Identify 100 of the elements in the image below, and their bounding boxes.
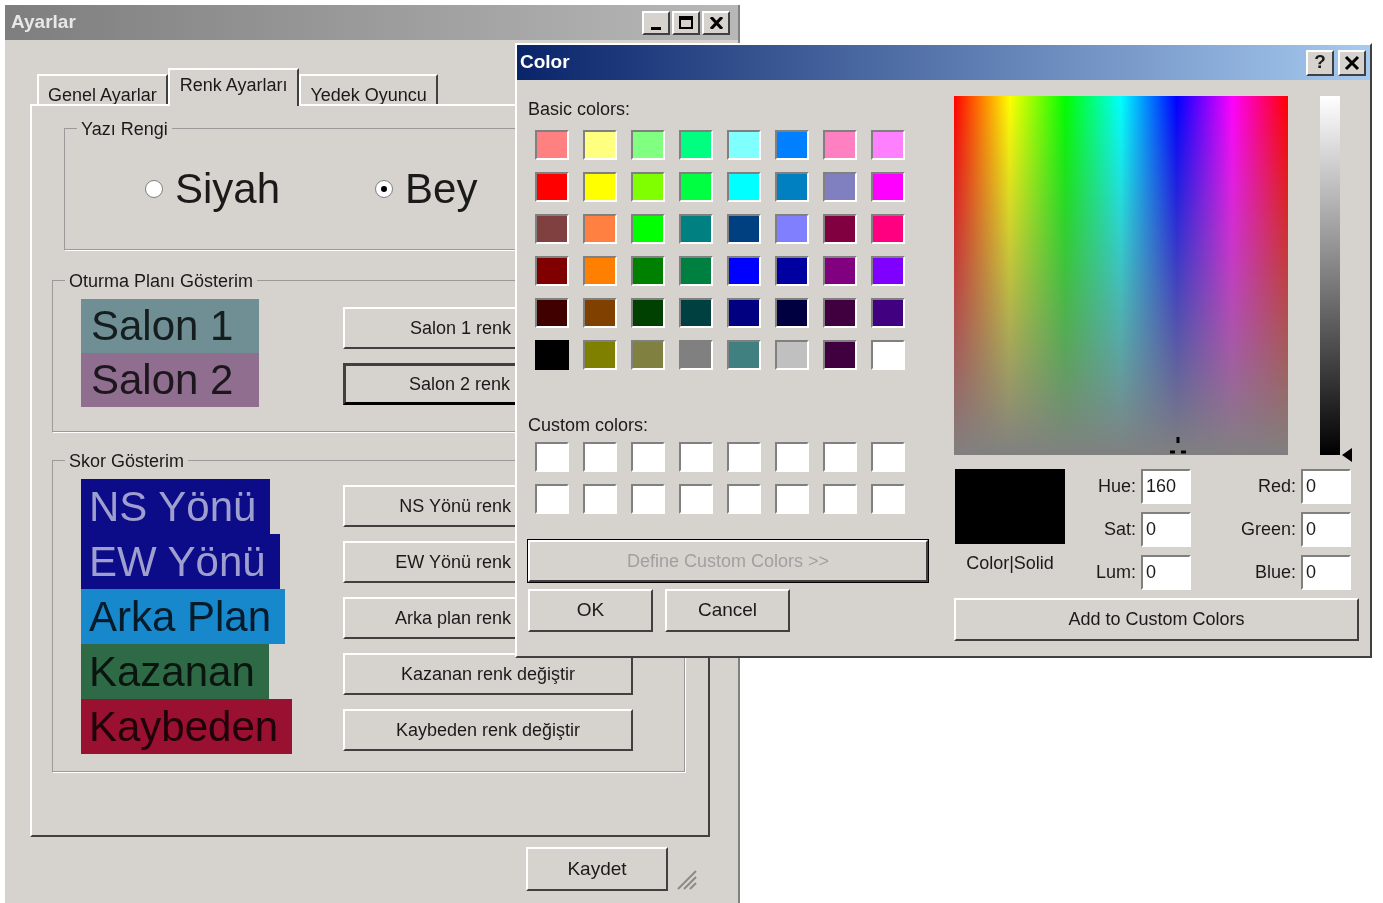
color-swatch[interactable]: [775, 340, 809, 370]
input-field[interactable]: 0: [1141, 512, 1191, 547]
color-swatch[interactable]: [727, 214, 761, 244]
input-field[interactable]: 0: [1301, 469, 1351, 504]
help-button[interactable]: ?: [1306, 49, 1334, 76]
color-sample-label: Salon 1: [81, 299, 259, 353]
color-swatch[interactable]: [679, 484, 713, 514]
maximize-button[interactable]: [672, 10, 700, 35]
color-swatch[interactable]: [823, 172, 857, 202]
color-swatch[interactable]: [535, 256, 569, 286]
save-button[interactable]: Kaydet: [526, 847, 668, 891]
field-label: Green:: [1239, 518, 1296, 541]
color-sample-label: NS Yönü: [81, 479, 271, 534]
color-swatch[interactable]: [631, 340, 665, 370]
dialog-title: Color: [520, 50, 570, 75]
color-swatch[interactable]: [583, 442, 617, 472]
color-swatch[interactable]: [535, 340, 569, 370]
color-swatch[interactable]: [631, 130, 665, 160]
color-swatch[interactable]: [583, 256, 617, 286]
color-swatch[interactable]: [871, 484, 905, 514]
radio-label: Siyah: [175, 168, 281, 210]
color-swatch[interactable]: [631, 214, 665, 244]
color-swatch[interactable]: [679, 442, 713, 472]
color-swatch[interactable]: [871, 298, 905, 328]
color-swatch[interactable]: [631, 256, 665, 286]
color-swatch[interactable]: [823, 442, 857, 472]
color-swatch[interactable]: [583, 340, 617, 370]
color-swatch[interactable]: [871, 214, 905, 244]
color-swatch[interactable]: [583, 484, 617, 514]
color-swatch[interactable]: [727, 172, 761, 202]
color-swatch[interactable]: [823, 214, 857, 244]
input-field[interactable]: 160: [1141, 469, 1191, 504]
color-swatch[interactable]: [823, 298, 857, 328]
color-button[interactable]: Kaybeden renk değiştir: [343, 709, 633, 751]
color-swatch[interactable]: [823, 256, 857, 286]
color-button[interactable]: Kazanan renk değiştir: [343, 653, 633, 695]
color-swatch[interactable]: [679, 130, 713, 160]
field-label: Lum:: [1094, 561, 1136, 584]
color-swatch[interactable]: [583, 214, 617, 244]
color-swatch[interactable]: [631, 298, 665, 328]
luminance-bar[interactable]: [1320, 96, 1340, 455]
color-swatch[interactable]: [727, 442, 761, 472]
color-swatch[interactable]: [535, 130, 569, 160]
color-swatch[interactable]: [871, 256, 905, 286]
tab[interactable]: Renk Ayarları: [167, 68, 300, 106]
color-swatch[interactable]: [871, 130, 905, 160]
color-swatch[interactable]: [775, 130, 809, 160]
close-button[interactable]: [1338, 49, 1366, 76]
color-sample-label: EW Yönü: [81, 534, 280, 589]
color-swatch[interactable]: [679, 214, 713, 244]
add-to-custom-colors-button[interactable]: Add to Custom Colors: [954, 598, 1359, 641]
color-swatch[interactable]: [583, 130, 617, 160]
close-button[interactable]: [702, 10, 730, 35]
color-swatch[interactable]: [775, 256, 809, 286]
tab[interactable]: Genel Ayarlar: [37, 74, 168, 106]
section-label: Custom colors:: [528, 414, 650, 436]
close-icon: [1343, 54, 1361, 71]
color-swatch[interactable]: [679, 340, 713, 370]
color-swatch[interactable]: [775, 214, 809, 244]
color-swatch[interactable]: [631, 172, 665, 202]
color-swatch[interactable]: [775, 172, 809, 202]
color-swatch[interactable]: [823, 130, 857, 160]
input-field[interactable]: 0: [1301, 512, 1351, 547]
color-swatch[interactable]: [871, 172, 905, 202]
color-swatch[interactable]: [535, 442, 569, 472]
minimize-button[interactable]: [642, 10, 670, 35]
input-field[interactable]: 0: [1301, 555, 1351, 590]
color-swatch[interactable]: [775, 442, 809, 472]
color-swatch[interactable]: [727, 256, 761, 286]
color-swatch[interactable]: [871, 340, 905, 370]
color-swatch[interactable]: [679, 298, 713, 328]
color-spectrum[interactable]: [954, 96, 1288, 455]
color-swatch[interactable]: [631, 484, 665, 514]
color-swatch[interactable]: [535, 172, 569, 202]
color-swatch[interactable]: [775, 484, 809, 514]
color-swatch[interactable]: [823, 484, 857, 514]
color-swatch[interactable]: [775, 298, 809, 328]
color-swatch[interactable]: [727, 298, 761, 328]
radio-button[interactable]: [145, 180, 163, 198]
color-swatch[interactable]: [583, 298, 617, 328]
color-swatch[interactable]: [871, 442, 905, 472]
color-swatch[interactable]: [583, 172, 617, 202]
radio-button[interactable]: [375, 180, 394, 198]
color-swatch[interactable]: [823, 340, 857, 370]
color-swatch[interactable]: [535, 484, 569, 514]
slider-arrow-icon[interactable]: [1342, 448, 1352, 462]
color-swatch[interactable]: [535, 214, 569, 244]
color-swatch[interactable]: [727, 340, 761, 370]
tab[interactable]: Yedek Oyuncu: [299, 74, 438, 106]
color-swatch[interactable]: [727, 484, 761, 514]
cancel-button[interactable]: Cancel: [665, 589, 790, 632]
color-swatch[interactable]: [679, 256, 713, 286]
color-swatch[interactable]: [535, 298, 569, 328]
field-label: Red:: [1256, 475, 1296, 498]
color-sample-label: Arka Plan: [81, 589, 286, 644]
ok-button[interactable]: OK: [528, 589, 653, 632]
color-swatch[interactable]: [679, 172, 713, 202]
input-field[interactable]: 0: [1141, 555, 1191, 590]
color-swatch[interactable]: [727, 130, 761, 160]
color-swatch[interactable]: [631, 442, 665, 472]
